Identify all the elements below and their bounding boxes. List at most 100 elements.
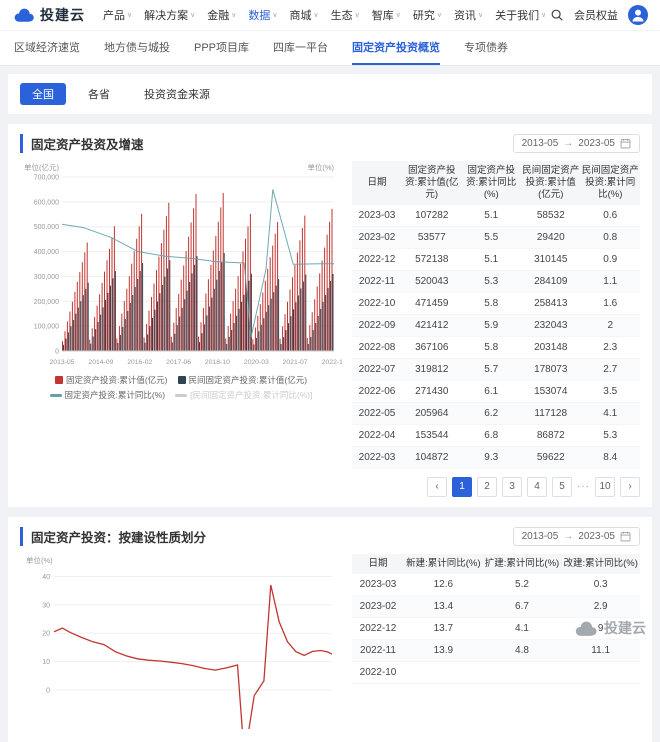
chevron-down-icon: ∨ (272, 12, 278, 19)
legend-item[interactable]: [民间固定资产投资:累计同比(%)] (175, 389, 312, 401)
filter-option[interactable]: 全国 (20, 83, 66, 105)
svg-text:2022-11: 2022-11 (322, 359, 342, 366)
table-cell: 2022-04 (352, 424, 402, 447)
table-cell: 6.7 (482, 595, 562, 618)
member-benefits-link[interactable]: 会员权益 (574, 7, 618, 23)
legend-label: 固定资产投资:累计值(亿元) (65, 375, 168, 385)
table-cell: 5.2 (482, 573, 562, 596)
legend-item[interactable]: 固定资产投资:累计同比(%) (49, 389, 165, 401)
table-cell: 203148 (521, 336, 581, 359)
table-cell: 13.7 (404, 617, 483, 640)
prev-page-button[interactable]: ‹ (427, 476, 447, 497)
legend-item[interactable]: 民间固定资产投资:累计值(亿元) (177, 374, 307, 386)
table-cell: 2022-10 (352, 292, 402, 315)
subnav-tab[interactable]: 四库一平台 (273, 31, 328, 65)
date-end[interactable]: 2023-05 (578, 531, 615, 542)
date-range-picker-2[interactable]: 2013-05 → 2023-05 (512, 526, 640, 546)
table-cell: 2023-02 (352, 595, 404, 618)
svg-text:2014-09: 2014-09 (88, 359, 113, 366)
watermark: 投建云 (573, 618, 646, 638)
date-start[interactable]: 2013-05 (522, 531, 559, 542)
search-icon[interactable] (550, 8, 564, 22)
page: 投建云 产品 ∨ 解决方案 ∨ 金融 ∨ 数据 ∨ 商城 ∨ 生态 ∨ 智库 ∨ 研究 ∨ 资讯 ∨ 关于我们 ∨ 会… (0, 0, 660, 742)
svg-text:单位(%): 单位(%) (26, 555, 53, 565)
table-row: 2022-07 319812 5.7 178073 2.7 (352, 358, 640, 381)
section1-title: 固定资产投资及增速 (20, 134, 144, 153)
subnav-tab[interactable]: 区域经济速览 (14, 31, 80, 65)
line-chart-construction-nature: 单位(%) 40 30 20 10 0 (20, 554, 342, 742)
top-navbar: 投建云 产品 ∨ 解决方案 ∨ 金融 ∨ 数据 ∨ 商城 ∨ 生态 ∨ 智库 ∨ 研究 ∨ 资讯 ∨ 关于我们 ∨ 会… (0, 0, 660, 30)
legend-item[interactable]: 固定资产投资:累计值(亿元) (54, 374, 168, 386)
topnav-item-label: 智库 (371, 10, 394, 22)
filter-option[interactable]: 各省 (76, 83, 122, 105)
brand-logo[interactable]: 投建云 (12, 5, 85, 25)
svg-text:200,000: 200,000 (34, 299, 59, 306)
table-cell: 367106 (402, 336, 462, 359)
date-separator: → (563, 530, 574, 542)
chevron-down-icon: ∨ (478, 12, 484, 19)
user-avatar[interactable] (628, 5, 648, 25)
topnav-item[interactable]: 关于我们 ∨ (495, 7, 546, 23)
table-cell: 153074 (521, 380, 581, 403)
table-cell: 5.8 (461, 292, 521, 315)
topnav-item[interactable]: 商城 ∨ (290, 7, 319, 23)
table-cell: 5.7 (461, 358, 521, 381)
filter-option[interactable]: 投资资金来源 (132, 83, 222, 105)
topnav-item-label: 商城 (289, 10, 312, 22)
column-header: 扩建:累计同比(%) (482, 553, 562, 574)
table-row: 2023-03 107282 5.1 58532 0.6 (352, 204, 640, 227)
table-row: 2022-08 367106 5.8 203148 2.3 (352, 336, 640, 359)
table-cell: 153544 (402, 424, 462, 447)
page-button[interactable]: 3 (502, 476, 522, 497)
topnav-item[interactable]: 生态 ∨ (331, 7, 360, 23)
table-cell: 4.1 (580, 402, 640, 425)
table-cell: 284109 (521, 270, 581, 293)
calendar-icon (620, 531, 631, 542)
table-cell: 5.5 (461, 226, 521, 249)
subnav-tab[interactable]: 固定资产投资概览 (352, 31, 441, 65)
table-cell: 53577 (402, 226, 462, 249)
topnav-item[interactable]: 金融 ∨ (207, 7, 236, 23)
svg-text:单位(%): 单位(%) (307, 162, 334, 172)
table-cell: 5.3 (461, 270, 521, 293)
topnav-item[interactable]: 智库 ∨ (372, 7, 401, 23)
page-button[interactable]: 5 (552, 476, 572, 497)
page-button[interactable]: 4 (527, 476, 547, 497)
topnav-item[interactable]: 资讯 ∨ (454, 7, 483, 23)
table-row: 2022-10 471459 5.8 258413 1.6 (352, 292, 640, 315)
table-cell: 258413 (521, 292, 581, 315)
table-row: 2023-03 12.6 5.2 0.3 (352, 573, 640, 596)
table-cell: 29420 (521, 226, 581, 249)
subnav-tab[interactable]: 地方债与城投 (104, 31, 170, 65)
page-button[interactable]: 1 (452, 476, 472, 497)
table-row: 2023-02 13.4 6.7 2.9 (352, 595, 640, 618)
table-row: 2022-05 205964 6.2 117128 4.1 (352, 402, 640, 425)
page-button[interactable]: 2 (477, 476, 497, 497)
topnav-item[interactable]: 产品 ∨ (103, 7, 132, 23)
legend-marker-icon (177, 376, 186, 384)
table-cell: 2023-03 (352, 573, 404, 596)
bar-chart-fixed-asset-investment: 0 100,000 200,000 300,000 400,000 500,000 600,… (20, 161, 346, 497)
table-row: 2022-04 153544 6.8 86872 5.3 (352, 424, 640, 447)
svg-text:0: 0 (46, 687, 50, 694)
chevron-down-icon: ∨ (190, 12, 196, 19)
column-header: 日期 (352, 161, 402, 205)
table-row: 2022-10 (352, 661, 640, 684)
date-end[interactable]: 2023-05 (578, 138, 615, 149)
svg-text:2017-06: 2017-06 (166, 359, 191, 366)
subnav-tab[interactable]: 专项债券 (464, 31, 508, 65)
legend-marker-icon (49, 393, 62, 397)
page-button[interactable]: 10 (595, 476, 615, 497)
table-cell (482, 661, 562, 684)
topnav-item[interactable]: 数据 ∨ (248, 7, 277, 23)
date-start[interactable]: 2013-05 (522, 138, 559, 149)
date-range-picker-1[interactable]: 2013-05 → 2023-05 (512, 134, 640, 153)
subnav-tab[interactable]: PPP项目库 (194, 31, 249, 65)
calendar-icon (620, 138, 631, 149)
topnav-menu: 产品 ∨ 解决方案 ∨ 金融 ∨ 数据 ∨ 商城 ∨ 生态 ∨ 智库 ∨ 研究 ∨ 资讯 ∨ 关于我们 ∨ (97, 7, 546, 23)
next-page-button[interactable]: › (620, 476, 640, 497)
pagination: ‹ 1 2 3 4 5 ··· 10 › (352, 476, 640, 497)
table-cell: 2022-03 (352, 446, 402, 469)
topnav-item[interactable]: 研究 ∨ (413, 7, 442, 23)
topnav-item[interactable]: 解决方案 ∨ (144, 7, 195, 23)
